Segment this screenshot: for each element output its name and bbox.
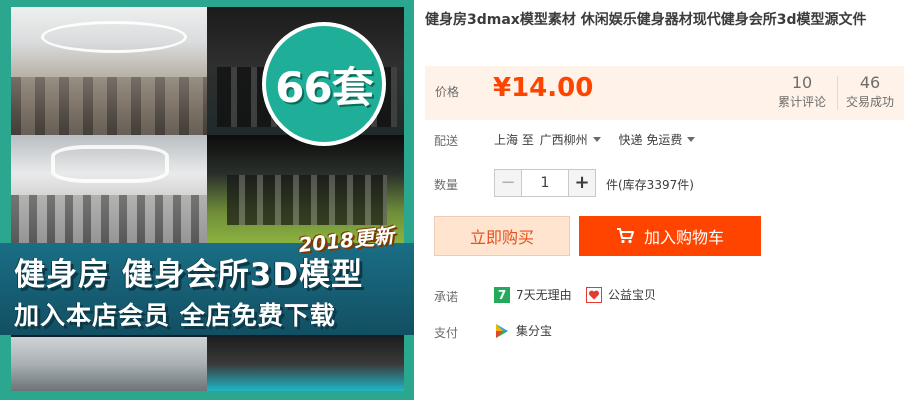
quantity-increase-button[interactable]: + [568, 169, 596, 197]
promo-banner-subline: 加入本店会员 全店免费下载 [14, 301, 336, 330]
shipping-method-dropdown[interactable]: 快递 免运费 [619, 131, 696, 148]
price-value: ¥14.00 [493, 73, 594, 103]
reviews-label: 累计评论 [777, 95, 826, 109]
jifenbao-icon [494, 323, 510, 339]
add-to-cart-button[interactable]: 加入购物车 [579, 216, 761, 256]
destination-value: 广西柳州 [539, 133, 588, 147]
promo-banner-headline: 健身房 健身会所3D模型 [14, 257, 364, 293]
gym-photo-treadmills [11, 337, 207, 391]
gym-photo-cardio-area [207, 337, 404, 391]
gym-photo-ceiling-lights [11, 135, 207, 245]
quantity-input[interactable] [522, 169, 568, 197]
jifenbao-text: 集分宝 [516, 324, 553, 338]
quantity-stepper: − + [494, 169, 596, 197]
sales-label: 交易成功 [845, 95, 894, 109]
price-panel: 价格 ¥14.00 10 累计评论 46 交易成功 [425, 66, 904, 120]
seven-day-return-icon: 7 [494, 286, 510, 303]
price-label: 价格 [435, 85, 460, 99]
chevron-down-icon [687, 137, 696, 142]
buy-now-label: 立即购买 [469, 228, 534, 247]
product-main-image[interactable]: 66套 2018更新 健身房 健身会所3D模型 加入本店会员 全店免费下载 [0, 0, 414, 400]
quantity-label: 数量 [434, 178, 459, 192]
charity-text: 公益宝贝 [608, 288, 657, 302]
shipping-label: 配送 [434, 134, 459, 148]
charity-item[interactable]: 公益宝贝 [586, 286, 656, 303]
shipping-from: 上海 至 [494, 133, 534, 147]
buy-now-button[interactable]: 立即购买 [434, 216, 570, 256]
chevron-down-icon [592, 137, 601, 142]
set-count-badge: 66套 [262, 22, 386, 146]
product-title: 健身房3dmax模型素材 休闲娱乐健身器材现代健身会所3d模型源文件 [425, 12, 867, 28]
payment-label: 支付 [434, 326, 459, 340]
destination-dropdown[interactable]: 广西柳州 [540, 131, 601, 148]
seven-day-return-text: 7天无理由 [516, 288, 572, 302]
reviews-count: 10 [791, 73, 813, 92]
sales-count: 46 [859, 73, 881, 92]
seven-day-return-item[interactable]: 7 7天无理由 [494, 286, 572, 303]
stock-info: 件(库存3397件) [606, 178, 694, 192]
shipping-method-value: 快递 免运费 [618, 133, 683, 147]
charity-icon [586, 286, 602, 303]
shipping-info: 上海 至 广西柳州 快递 免运费 [494, 131, 696, 148]
add-to-cart-label: 加入购物车 [643, 228, 724, 247]
gym-photo-bright-hall [11, 7, 207, 135]
sales-stat: 46 交易成功 [838, 73, 902, 111]
quantity-decrease-button[interactable]: − [494, 169, 522, 197]
reviews-stat[interactable]: 10 累计评论 [770, 73, 834, 111]
jifenbao-item[interactable]: 集分宝 [494, 322, 552, 339]
cart-icon [616, 228, 634, 244]
promise-label: 承诺 [434, 290, 459, 304]
